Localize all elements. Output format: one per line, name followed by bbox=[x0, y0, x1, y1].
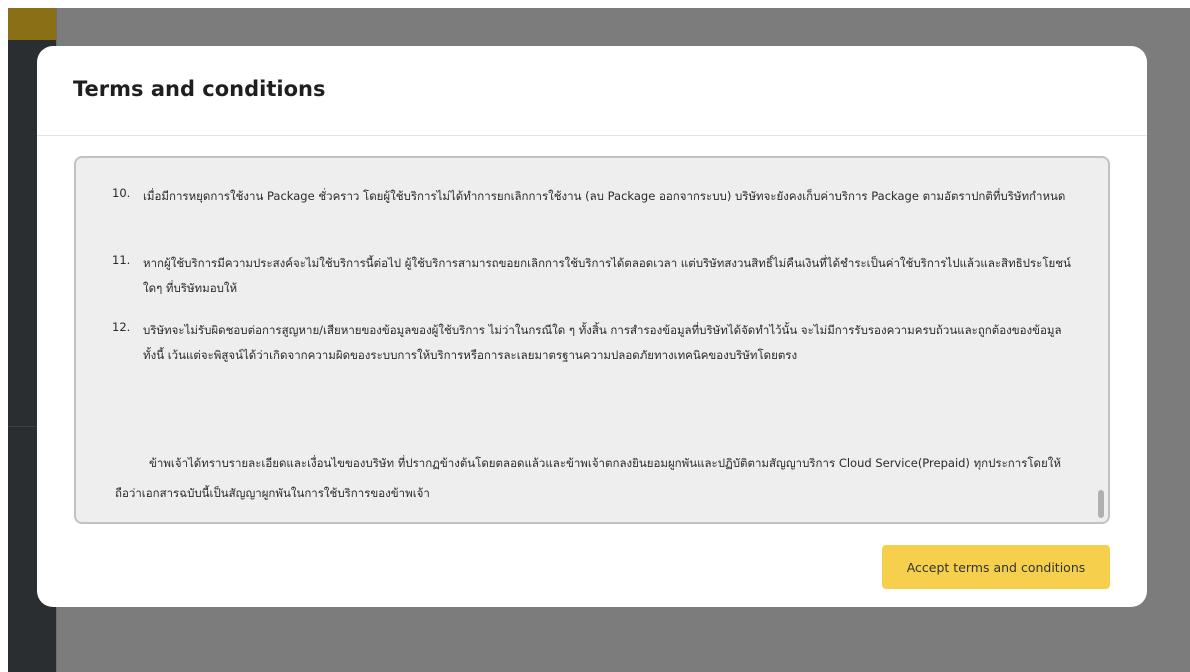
modal-header: Terms and conditions bbox=[37, 46, 1147, 136]
app-sidebar-logo bbox=[8, 8, 56, 40]
term-text: เมื่อมีการหยุดการใช้งาน Package ชั่วคราว… bbox=[143, 189, 1066, 203]
accept-terms-button[interactable]: Accept terms and conditions bbox=[882, 545, 1110, 589]
terms-closing-statement: ข้าพเจ้าได้ทราบรายละเอียดและเงื่อนไขของบ… bbox=[115, 456, 1061, 500]
terms-modal: Terms and conditions 10. เมื่อมีการหยุดก… bbox=[37, 46, 1147, 607]
terms-scrollbar-thumb[interactable] bbox=[1098, 490, 1104, 518]
terms-content-box[interactable]: 10. เมื่อมีการหยุดการใช้งาน Package ชั่ว… bbox=[74, 156, 1110, 524]
terms-scroll-area[interactable]: 10. เมื่อมีการหยุดการใช้งาน Package ชั่ว… bbox=[76, 158, 1092, 522]
term-text: หากผู้ใช้บริการมีความประสงค์จะไม่ใช้บริก… bbox=[143, 256, 1071, 295]
terms-scrollbar[interactable] bbox=[1094, 160, 1106, 520]
clipped-previous-line bbox=[112, 158, 632, 161]
term-number: 12. bbox=[112, 320, 131, 334]
term-text: บริษัทจะไม่รับผิดชอบต่อการสูญหาย/เสียหาย… bbox=[143, 323, 1062, 362]
modal-title: Terms and conditions bbox=[73, 77, 326, 101]
term-number: 11. bbox=[112, 253, 131, 267]
term-number: 10. bbox=[112, 186, 131, 200]
